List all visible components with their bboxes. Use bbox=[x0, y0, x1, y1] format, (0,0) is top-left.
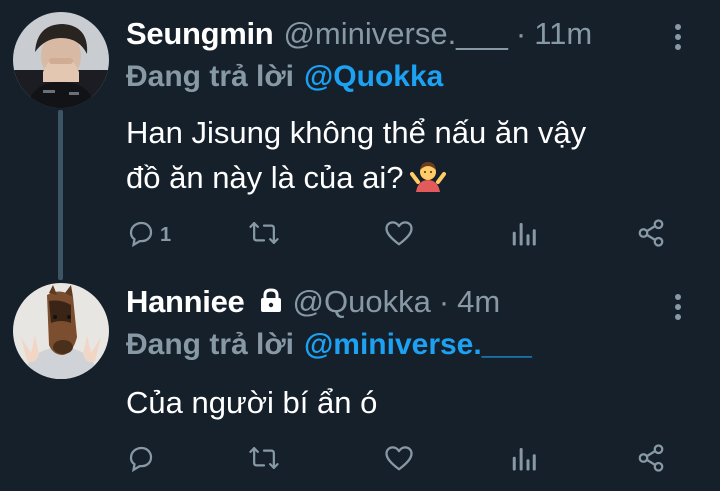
tweet-actions bbox=[126, 440, 686, 480]
like-button[interactable] bbox=[384, 440, 414, 480]
like-button[interactable] bbox=[384, 215, 414, 255]
retweet-icon bbox=[248, 443, 280, 478]
tweet[interactable]: Seungmin @miniverse.___ · 11m Đang trả l… bbox=[0, 0, 720, 280]
tweet[interactable]: Hanniee @Quokka · 4m Đang trả lời @minive… bbox=[0, 280, 720, 491]
like-icon bbox=[384, 444, 414, 477]
display-name[interactable]: Hanniee bbox=[126, 284, 245, 320]
share-button[interactable] bbox=[636, 215, 666, 255]
analytics-button[interactable] bbox=[511, 440, 537, 480]
reply-count: 1 bbox=[160, 223, 172, 246]
reply-button[interactable] bbox=[126, 440, 156, 480]
tweet-text: Han Jisung không thể nấu ăn vậy đồ ăn nà… bbox=[126, 110, 706, 206]
person-shrugging-emoji bbox=[409, 158, 446, 206]
tweet-text-line: Của người bí ẩn ó bbox=[126, 385, 378, 420]
replying-to-label: Đang trả lời bbox=[126, 328, 295, 361]
replying-to-mention[interactable]: @Quokka bbox=[304, 60, 443, 93]
reply-icon bbox=[126, 218, 156, 253]
lock-icon bbox=[259, 287, 283, 318]
retweet-button[interactable] bbox=[248, 440, 280, 480]
analytics-button[interactable] bbox=[511, 215, 537, 255]
more-icon[interactable] bbox=[674, 292, 682, 322]
retweet-icon bbox=[248, 218, 280, 253]
avatar[interactable] bbox=[13, 283, 109, 379]
user-handle[interactable]: @Quokka bbox=[293, 284, 431, 320]
tweet-text-line: Han Jisung không thể nấu ăn vậy bbox=[126, 115, 587, 150]
tweet-text-line: đồ ăn này là của ai? bbox=[126, 155, 706, 206]
tweet-header: Hanniee @Quokka · 4m bbox=[126, 280, 500, 324]
reply-thread: Seungmin @miniverse.___ · 11m Đang trả l… bbox=[0, 0, 720, 491]
reply-button[interactable]: 1 bbox=[126, 215, 171, 255]
analytics-icon bbox=[511, 443, 537, 478]
reply-icon bbox=[126, 443, 156, 478]
timestamp[interactable]: 11m bbox=[534, 16, 592, 52]
display-name[interactable]: Seungmin bbox=[126, 16, 274, 52]
tweet-actions: 1 bbox=[126, 215, 686, 255]
like-icon bbox=[384, 219, 414, 252]
share-icon bbox=[636, 218, 666, 253]
tweet-text-fragment: đồ ăn này là của ai? bbox=[126, 160, 404, 195]
separator-dot: · bbox=[438, 284, 450, 319]
retweet-button[interactable] bbox=[248, 215, 280, 255]
user-handle[interactable]: @miniverse.___ bbox=[283, 16, 507, 52]
replying-to-mention[interactable]: @miniverse.___ bbox=[304, 328, 532, 361]
tweet-text: Của người bí ẩn ó bbox=[126, 380, 377, 425]
share-icon bbox=[636, 443, 666, 478]
separator-dot: · bbox=[515, 16, 527, 51]
replying-to: Đang trả lời @Quokka bbox=[126, 60, 443, 94]
replying-to-label: Đang trả lời bbox=[126, 60, 295, 93]
more-icon[interactable] bbox=[674, 22, 682, 52]
replying-to: Đang trả lời @miniverse.___ bbox=[126, 328, 532, 362]
tweet-header: Seungmin @miniverse.___ · 11m bbox=[126, 12, 592, 56]
avatar[interactable] bbox=[13, 12, 109, 108]
timestamp[interactable]: 4m bbox=[457, 284, 500, 320]
analytics-icon bbox=[511, 218, 537, 253]
share-button[interactable] bbox=[636, 440, 666, 480]
thread-connector bbox=[58, 110, 63, 280]
